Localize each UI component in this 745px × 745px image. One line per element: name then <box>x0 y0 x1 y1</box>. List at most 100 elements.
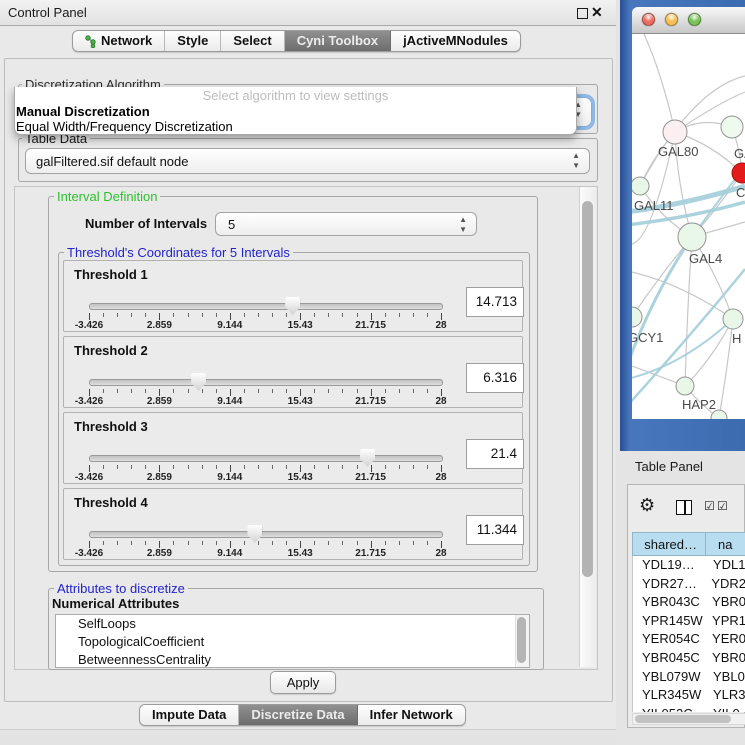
cell-name[interactable]: YER0 <box>705 630 745 649</box>
tab-style[interactable]: Style <box>165 31 221 51</box>
tick-mark <box>342 541 343 545</box>
tab-network[interactable]: Network <box>73 31 165 51</box>
tick-mark <box>413 541 414 545</box>
tick-mark <box>385 465 386 469</box>
network-node-gal4[interactable] <box>678 223 706 251</box>
cell-shared-name[interactable]: YDL19… <box>633 556 706 575</box>
cell-shared-name[interactable]: YBR045C <box>633 649 705 668</box>
threshold-1-slider[interactable] <box>89 303 443 310</box>
network-edge-highlighted[interactable] <box>632 319 733 379</box>
network-node-gcy1[interactable] <box>632 307 642 327</box>
dropdown-option-manual-discretization[interactable]: Manual Discretization <box>15 104 576 119</box>
tick-label: 21.715 <box>355 472 386 483</box>
table-horizontal-scrollbar[interactable] <box>632 713 745 725</box>
table-row[interactable]: YLR345WYLR3 <box>633 686 745 705</box>
cell-shared-name[interactable]: YER054C <box>633 630 705 649</box>
table-row[interactable]: YBR045CYBR0 <box>633 649 745 668</box>
table-row[interactable]: YER054CYER0 <box>633 630 745 649</box>
number-of-intervals-label: Number of Intervals <box>85 216 207 231</box>
gear-icon[interactable]: ⚙ <box>639 496 655 514</box>
threshold-2-slider[interactable] <box>89 379 443 386</box>
threshold-1-value-field[interactable]: 14.713 <box>466 287 524 317</box>
table-row[interactable]: YPR145WYPR1 <box>633 612 745 631</box>
tick-mark <box>441 465 442 472</box>
column-header-shared-name[interactable]: shared… <box>633 533 706 555</box>
threshold-4-value-field[interactable]: 11.344 <box>466 515 524 545</box>
tick-mark <box>103 465 104 469</box>
network-edge[interactable] <box>719 319 733 418</box>
attribute-item[interactable]: BetweennessCentrality <box>56 651 529 668</box>
tick-mark <box>328 465 329 469</box>
close-panel-icon[interactable]: ✕ <box>591 4 603 21</box>
slider-tick-labels: -3.4262.8599.14415.4321.71528 <box>89 472 441 483</box>
tab-impute-data[interactable]: Impute Data <box>140 705 239 725</box>
tick-label: 21.715 <box>355 548 386 559</box>
network-node-gal11[interactable] <box>632 177 649 195</box>
cell-shared-name[interactable]: YPR145W <box>633 612 705 631</box>
dropdown-option-equal-width-frequency[interactable]: Equal Width/Frequency Discretization <box>15 119 576 134</box>
cell-name[interactable]: YDR2 <box>704 575 745 594</box>
apply-button[interactable]: Apply <box>270 671 336 694</box>
threshold-4-panel: Threshold 4 -3.4262.8599.14415.4321.7152… <box>63 488 523 560</box>
tick-mark <box>314 389 315 393</box>
cell-shared-name[interactable]: YIL052C <box>633 705 706 712</box>
network-node-h[interactable] <box>723 309 743 329</box>
tick-mark <box>314 541 315 545</box>
close-window-icon[interactable] <box>642 13 655 26</box>
float-panel-icon[interactable] <box>577 8 588 19</box>
scrollbar-thumb[interactable] <box>582 201 593 577</box>
cell-shared-name[interactable]: YDR27… <box>633 575 704 594</box>
checkbox-icon[interactable]: ☑ <box>704 499 715 513</box>
minimize-window-icon[interactable] <box>665 13 678 26</box>
cell-shared-name[interactable]: YBR043C <box>633 593 705 612</box>
table-row[interactable]: YBL079WYBL0 <box>633 668 745 687</box>
network-window-titlebar[interactable] <box>632 7 745 34</box>
tick-mark <box>441 389 442 396</box>
tick-mark <box>216 389 217 393</box>
network-canvas[interactable]: GAL80GACGAL11GAL4GCY1HHAP2 <box>632 34 745 419</box>
cell-name[interactable]: YLR3 <box>706 686 745 705</box>
tab-jactivemnodules[interactable]: jActiveMNodules <box>391 31 520 51</box>
network-edge[interactable] <box>644 34 675 132</box>
scrollbar-thumb[interactable] <box>517 617 526 663</box>
tab-cyni-toolbox[interactable]: Cyni Toolbox <box>285 31 391 51</box>
tab-select[interactable]: Select <box>221 31 284 51</box>
cell-name[interactable]: YIL0 <box>706 705 745 712</box>
scrollbar-thumb[interactable] <box>635 715 731 723</box>
maximize-window-icon[interactable] <box>688 13 701 26</box>
threshold-3-value-field[interactable]: 21.4 <box>466 439 524 469</box>
cell-name[interactable]: YBR0 <box>705 593 745 612</box>
attribute-item[interactable]: SelfLoops <box>56 615 529 633</box>
column-header-name[interactable]: na <box>706 533 745 555</box>
tick-mark <box>159 465 160 472</box>
network-edge-highlighted[interactable] <box>632 237 692 366</box>
table-row[interactable]: YDL19…YDL1 <box>633 556 745 575</box>
tick-mark <box>286 541 287 545</box>
table-row[interactable]: YIL052CYIL0 <box>633 705 745 712</box>
attribute-item[interactable]: TopologicalCoefficient <box>56 633 529 651</box>
table-data-combobox[interactable]: galFiltered.sif default node ▲▼ <box>25 148 590 174</box>
network-node-hap2[interactable] <box>676 377 694 395</box>
cell-name[interactable]: YPR1 <box>705 612 745 631</box>
cell-name[interactable]: YBR0 <box>705 649 745 668</box>
threshold-2-value-field[interactable]: 6.316 <box>466 363 524 393</box>
columns-icon[interactable] <box>676 500 692 515</box>
attributes-list-scrollbar[interactable] <box>515 615 529 667</box>
tab-infer-network[interactable]: Infer Network <box>358 705 465 725</box>
table-row[interactable]: YBR043CYBR0 <box>633 593 745 612</box>
table-row[interactable]: YDR27…YDR2 <box>633 575 745 594</box>
tick-mark <box>145 389 146 393</box>
cell-shared-name[interactable]: YBL079W <box>633 668 706 687</box>
settings-vertical-scrollbar[interactable] <box>579 187 596 667</box>
tab-label: Select <box>233 31 271 51</box>
cell-name[interactable]: YBL0 <box>706 668 745 687</box>
network-node-ga[interactable] <box>721 116 743 138</box>
threshold-4-slider[interactable] <box>89 531 443 538</box>
tab-discretize-data[interactable]: Discretize Data <box>239 705 357 725</box>
number-of-intervals-combobox[interactable]: 5 ▲▼ <box>215 212 477 236</box>
network-node-gal80[interactable] <box>663 120 687 144</box>
checkbox-icon[interactable]: ☑ <box>717 499 728 513</box>
cell-shared-name[interactable]: YLR345W <box>633 686 706 705</box>
cell-name[interactable]: YDL1 <box>706 556 745 575</box>
threshold-3-slider[interactable] <box>89 455 443 462</box>
